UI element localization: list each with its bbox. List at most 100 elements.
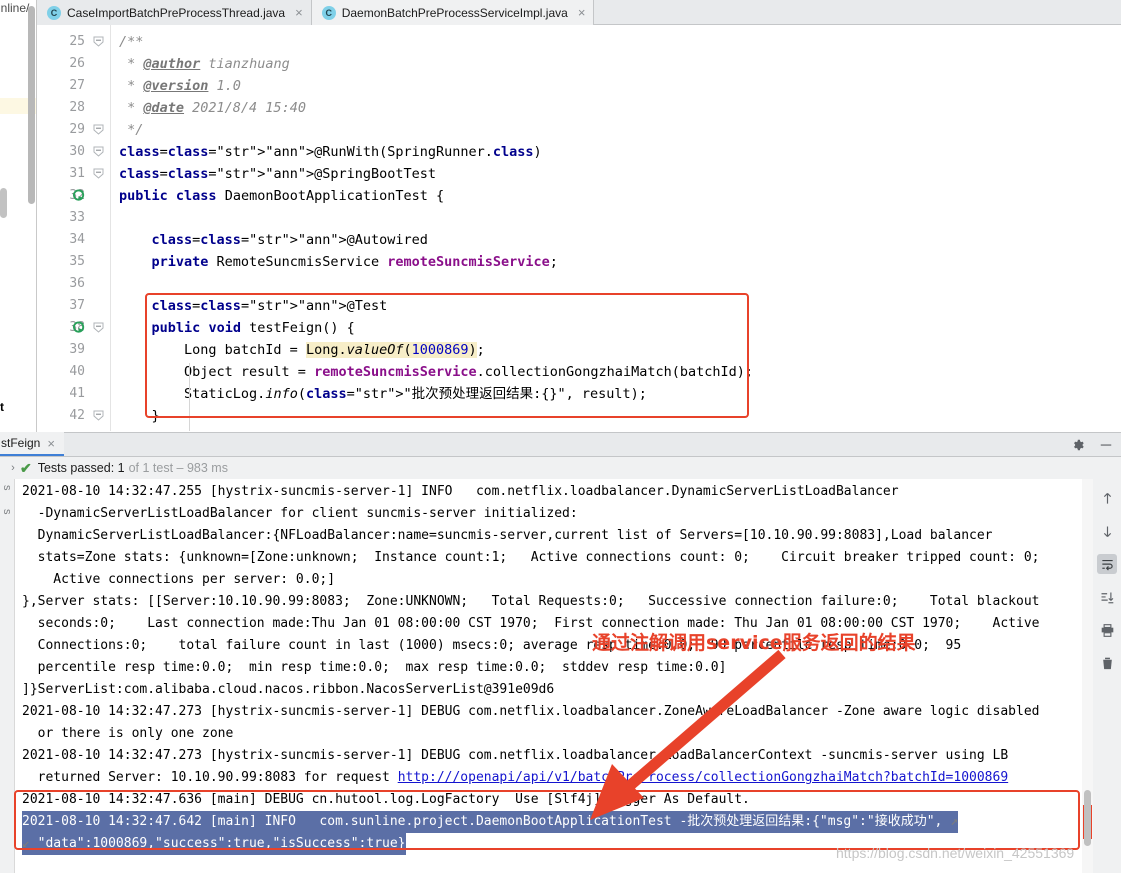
project-pane-scrollbar[interactable] xyxy=(28,6,35,204)
gear-icon[interactable] xyxy=(1071,438,1085,452)
editor-tab-bar: C CaseImportBatchPreProcessThread.java ×… xyxy=(37,0,1121,25)
editor-tab-0[interactable]: C CaseImportBatchPreProcessThread.java × xyxy=(37,0,312,25)
console-line[interactable]: 2021-08-10 14:32:47.255 [hystrix-suncmis… xyxy=(22,481,899,503)
code-line[interactable]: class=class="str">"ann">@RunWith(SpringR… xyxy=(119,141,542,163)
console-text: percentile resp time:0.0; min resp time:… xyxy=(22,660,726,675)
soft-wrap-marker-icon: ↙ xyxy=(22,836,38,851)
tool-window-header xyxy=(0,432,1121,457)
editor-tab-1[interactable]: C DaemonBatchPreProcessServiceImpl.java … xyxy=(312,0,595,25)
console-line[interactable]: or there is only one zone xyxy=(22,723,233,745)
soft-wrap-marker-icon: ↗ xyxy=(942,814,958,829)
console-scrollbar-thumb[interactable] xyxy=(1084,790,1091,846)
annotation-note-text: 通过注解调用service服务返回的结果 xyxy=(592,628,916,655)
console-link[interactable]: http:///openapi/api/v1/batchPreProcess/c… xyxy=(398,770,1008,785)
console-output[interactable]: 2021-08-10 14:32:47.255 [hystrix-suncmis… xyxy=(22,479,1093,873)
console-line[interactable]: percentile resp time:0.0; min resp time:… xyxy=(22,657,726,679)
fold-marker-icon[interactable] xyxy=(93,146,104,157)
console-panel[interactable]: 2021-08-10 14:32:47.255 [hystrix-suncmis… xyxy=(14,479,1093,873)
line-number: 26 xyxy=(49,53,85,75)
code-line[interactable]: * @version 1.0 xyxy=(119,75,241,97)
console-text: "data":1000869,"success":true,"isSuccess… xyxy=(38,836,406,851)
tool-window-header-actions xyxy=(1071,432,1113,457)
fold-marker-icon[interactable] xyxy=(93,168,104,179)
fold-marker-icon[interactable] xyxy=(93,124,104,135)
code-line[interactable]: Long batchId = Long.valueOf(1000869); xyxy=(119,339,485,361)
code-line[interactable]: private RemoteSuncmisService remoteSuncm… xyxy=(119,251,558,273)
line-number: 25 xyxy=(49,31,85,53)
project-path-fragment: unline/ xyxy=(0,1,29,15)
print-icon[interactable] xyxy=(1097,620,1117,640)
code-line[interactable]: public void testFeign() { xyxy=(119,317,355,339)
editor-vertical-scrollbar[interactable] xyxy=(0,188,7,218)
chevron-right-icon[interactable]: › xyxy=(6,462,20,474)
console-text: 2021-08-10 14:32:47.642 [main] INFO com.… xyxy=(22,814,942,829)
console-line[interactable]: 2021-08-10 14:32:47.636 [main] DEBUG cn.… xyxy=(22,789,750,811)
scroll-to-end-icon[interactable] xyxy=(1097,587,1117,607)
soft-wrap-icon[interactable] xyxy=(1097,554,1117,574)
line-number: 42 xyxy=(49,405,85,427)
fold-marker-icon[interactable] xyxy=(93,322,104,333)
tab-bar-filler xyxy=(594,0,1121,24)
code-line[interactable]: /** xyxy=(119,31,143,53)
line-number: 29 xyxy=(49,119,85,141)
console-line[interactable]: stats=Zone stats: {unknown=[Zone:unknown… xyxy=(22,547,1039,569)
console-text: ]}ServerList:com.alibaba.cloud.nacos.rib… xyxy=(22,682,554,697)
console-line[interactable]: 2021-08-10 14:32:47.273 [hystrix-suncmis… xyxy=(22,701,1039,723)
line-number: 35 xyxy=(49,251,85,273)
run-test-gutter-icon[interactable] xyxy=(73,321,86,334)
strip-label-0: s xyxy=(1,485,13,491)
console-line[interactable]: Active connections per server: 0.0;] xyxy=(22,569,335,591)
console-text: -DynamicServerListLoadBalancer for clien… xyxy=(22,506,578,521)
console-left-border xyxy=(14,479,15,873)
editor-tab-label: CaseImportBatchPreProcessThread.java xyxy=(67,6,285,20)
console-line[interactable]: },Server stats: [[Server:10.10.90.99:808… xyxy=(22,591,1039,613)
code-line[interactable]: * @date 2021/8/4 15:40 xyxy=(119,97,306,119)
close-icon[interactable]: × xyxy=(47,436,55,451)
check-icon: ✔ xyxy=(20,460,32,477)
close-icon[interactable]: × xyxy=(295,6,303,19)
console-toolbar xyxy=(1093,479,1121,873)
console-line-selected[interactable]: 2021-08-10 14:32:47.642 [main] INFO com.… xyxy=(22,811,958,833)
code-line[interactable]: */ xyxy=(119,119,143,141)
line-number: 36 xyxy=(49,273,85,295)
scroll-down-icon[interactable] xyxy=(1097,521,1117,541)
project-node-fragment: t xyxy=(0,400,4,414)
code-line[interactable]: class=class="str">"ann">@Autowired xyxy=(119,229,428,251)
line-number: 31 xyxy=(49,163,85,185)
line-number: 39 xyxy=(49,339,85,361)
run-tab-label: stFeign xyxy=(1,436,40,450)
code-line[interactable]: public class DaemonBootApplicationTest { xyxy=(119,185,444,207)
close-icon[interactable]: × xyxy=(578,6,586,19)
fold-marker-icon[interactable] xyxy=(93,410,104,421)
run-tab-testfeign[interactable]: stFeign × xyxy=(0,432,64,456)
code-line[interactable]: class=class="str">"ann">@Test xyxy=(119,295,387,317)
console-text: returned Server: 10.10.90.99:8083 for re… xyxy=(22,770,398,785)
console-line-selected[interactable]: ↙ "data":1000869,"success":true,"isSucce… xyxy=(22,833,406,855)
code-line[interactable]: } xyxy=(119,405,160,427)
test-tree-strip[interactable]: s s xyxy=(0,479,14,873)
code-line[interactable]: * @author tianzhuang xyxy=(119,53,290,75)
console-line[interactable]: DynamicServerListLoadBalancer:{NFLoadBal… xyxy=(22,525,993,547)
fold-marker-icon[interactable] xyxy=(93,36,104,47)
console-line[interactable]: returned Server: 10.10.90.99:8083 for re… xyxy=(22,767,1008,789)
line-number: 37 xyxy=(49,295,85,317)
watermark-text: https://blog.csdn.net/weixin_42551369 xyxy=(836,845,1074,861)
test-status-bar: › ✔ Tests passed: 1 of 1 test – 983 ms xyxy=(0,457,1121,479)
trash-icon[interactable] xyxy=(1097,653,1117,673)
console-line[interactable]: -DynamicServerListLoadBalancer for clien… xyxy=(22,503,578,525)
code-text-area[interactable]: /** * @author tianzhuang * @version 1.0 … xyxy=(111,25,1121,431)
minimize-icon[interactable] xyxy=(1099,438,1113,452)
scroll-up-icon[interactable] xyxy=(1097,488,1117,508)
code-line[interactable]: class=class="str">"ann">@SpringBootTest xyxy=(119,163,436,185)
console-line[interactable]: ]}ServerList:com.alibaba.cloud.nacos.rib… xyxy=(22,679,554,701)
console-text: 2021-08-10 14:32:47.273 [hystrix-suncmis… xyxy=(22,748,1008,763)
code-line[interactable]: Object result = remoteSuncmisService.col… xyxy=(119,361,753,383)
console-text: stats=Zone stats: {unknown=[Zone:unknown… xyxy=(22,550,1039,565)
code-line[interactable]: StaticLog.info(class="str">"批次预处理返回结果:{}… xyxy=(119,383,647,405)
run-test-gutter-icon[interactable] xyxy=(73,189,86,202)
console-line[interactable]: 2021-08-10 14:32:47.273 [hystrix-suncmis… xyxy=(22,745,1008,767)
console-text: DynamicServerListLoadBalancer:{NFLoadBal… xyxy=(22,528,993,543)
line-number: 28 xyxy=(49,97,85,119)
code-editor[interactable]: 252627282930313233343536373839404142 /**… xyxy=(37,25,1121,431)
line-number: 40 xyxy=(49,361,85,383)
